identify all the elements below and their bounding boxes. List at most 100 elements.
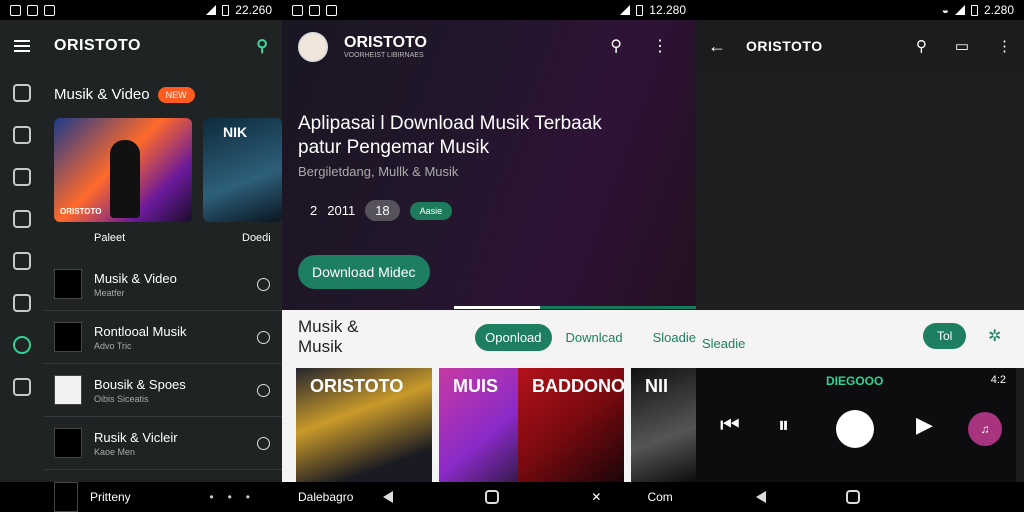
card-label: Doedi	[242, 232, 271, 244]
tab-download[interactable]: Downlcad	[566, 330, 623, 345]
info-icon[interactable]	[257, 330, 270, 344]
search-icon[interactable]: ⚲	[610, 36, 622, 56]
brand-name: ORISTOTO	[54, 37, 141, 54]
tile-label: ORISTOTO	[310, 376, 404, 396]
item-title: Rusik & Vicleir	[94, 429, 178, 445]
more-vert-icon[interactable]: ⋮	[997, 37, 1012, 55]
home-icon[interactable]	[846, 490, 860, 504]
item-thumbnail	[54, 428, 82, 458]
search-icon[interactable]	[257, 277, 270, 291]
album-tile[interactable]: NII	[631, 368, 696, 482]
item-subtitle: Advo Tric	[94, 340, 132, 351]
stat-value: 2	[310, 203, 318, 218]
item-title: Bousik & Spoes	[94, 376, 186, 392]
avatar[interactable]	[298, 32, 328, 62]
header-actions: ⚲ ⋮	[610, 36, 668, 56]
music-icon[interactable]	[13, 336, 31, 354]
status-bar: ◒ 2.280	[696, 0, 1024, 20]
notification-icon	[326, 4, 337, 16]
item-subtitle: Kaoe Men	[94, 446, 136, 457]
item-subtitle: Meatfer	[94, 287, 125, 298]
progress-fill	[454, 306, 541, 309]
library-icon[interactable]	[13, 126, 31, 144]
skip-previous-icon[interactable]: ⏮	[720, 412, 740, 438]
battery-icon	[222, 4, 230, 16]
tabs-row: Musik & Musik Oponload Downlcad Sloadie	[282, 317, 696, 356]
action-button[interactable]: Tol	[923, 323, 967, 349]
featured-card[interactable]: ORISTOTO	[54, 118, 192, 222]
detail-panel: 12.280 ORISTOTO VOORHEIST LIBIRNAES ⚲ ⋮ …	[282, 0, 700, 512]
download-button[interactable]: Download Midec	[298, 255, 430, 289]
play-icon[interactable]: ▶	[916, 412, 933, 438]
mail-icon	[44, 4, 55, 16]
menu-icon[interactable]	[14, 40, 30, 52]
tab-oponload[interactable]: Oponload	[475, 323, 552, 351]
more-dots-icon[interactable]: •••	[209, 490, 264, 504]
brand-name: ORISTOTO	[344, 34, 427, 51]
status-time: 2.280	[983, 3, 1014, 17]
location-icon[interactable]	[13, 378, 31, 396]
search-icon[interactable]: ⚲	[916, 37, 927, 55]
list-item[interactable]: Musik & Video Meatfer	[44, 258, 282, 311]
item-title: Rontlooal Musik	[94, 323, 187, 339]
status-time: 22.260	[235, 3, 272, 17]
bottom-label: Dalebagro	[298, 490, 354, 504]
count-chip[interactable]: 18	[365, 200, 400, 221]
info-icon[interactable]	[257, 383, 270, 397]
home-icon[interactable]	[485, 490, 500, 504]
album-tile[interactable]: BADDONO	[518, 368, 624, 482]
item-title: Musik & Video	[94, 270, 177, 286]
status-bar: 22.260	[0, 0, 282, 20]
list-item[interactable]: Rusik & Vicleir Kaoe Men	[44, 417, 282, 470]
sparkle-icon[interactable]: ✲	[988, 326, 1001, 346]
mail-icon	[309, 4, 320, 16]
tile-label: NII	[645, 376, 669, 396]
player-overlay: DIEGOOO 4:2 ⏮ ⏸ ▶ ♫	[696, 368, 1016, 482]
folder-icon[interactable]	[13, 252, 31, 270]
progress-bar	[454, 306, 700, 309]
section-title: Musik & Musik	[298, 317, 359, 356]
featured-card[interactable]: NIK	[203, 118, 282, 222]
close-icon[interactable]: ✕	[591, 490, 601, 504]
signal-icon	[206, 5, 217, 15]
back-icon[interactable]	[756, 491, 766, 503]
playlist-icon[interactable]: ♫	[968, 412, 1002, 446]
hero-subtitle: Bergiletdang, Mullk & Musik	[298, 164, 459, 179]
track-title: Pritteny	[90, 490, 131, 504]
tab-sloadie[interactable]: Sloadie	[653, 330, 696, 345]
tile-label: BADDONO	[532, 376, 624, 396]
album-tile[interactable]: MUIS	[439, 368, 519, 482]
track-title: DIEGOOO	[826, 374, 884, 388]
album-grid: ORISTOTO MUIS BADDONO NII	[282, 368, 696, 482]
back-arrow-icon[interactable]: ←	[708, 36, 726, 57]
app-screenshot: 22.260 ORISTOTO ⚲ Musik & Video NEW ORIS…	[0, 0, 1024, 512]
player-panel: ◒ 2.280 ← ORISTOTO ⚲ ▭ ⋮ Sleadie Tol ✲ DI…	[696, 0, 1024, 512]
brand-subtitle: VOORHEIST LIBIRNAES	[344, 52, 424, 59]
radio-icon[interactable]	[13, 210, 31, 228]
list-item[interactable]: Rontlooal Musik Advo Tric	[44, 311, 282, 364]
item-subtitle: Oibis Siceatis	[94, 393, 149, 404]
list-item[interactable]: Bousik & Spoes Oibis Siceatis	[44, 364, 282, 417]
search-icon[interactable]: ⚲	[256, 36, 268, 56]
video-icon[interactable]	[13, 168, 31, 186]
info-icon[interactable]	[257, 436, 270, 450]
back-icon[interactable]	[383, 491, 394, 503]
more-vert-icon[interactable]: ⋮	[652, 36, 668, 56]
tab-sleadie[interactable]: Sleadie	[702, 336, 745, 351]
mini-player[interactable]: Pritteny •••	[0, 482, 282, 512]
card-caption: ORISTOTO	[60, 207, 102, 216]
app-header: ORISTOTO ⚲	[0, 20, 282, 72]
play-pause-button[interactable]	[836, 410, 874, 448]
camera-icon[interactable]	[13, 294, 31, 312]
track-thumbnail	[54, 482, 78, 512]
equalizer-icon[interactable]: ⏸	[778, 412, 789, 438]
drawer-panel: 22.260 ORISTOTO ⚲ Musik & Video NEW ORIS…	[0, 0, 282, 512]
status-bar: 12.280	[282, 0, 696, 20]
bookmark-icon[interactable]: ▭	[955, 37, 969, 55]
home-icon[interactable]	[13, 84, 31, 102]
album-tile[interactable]: ORISTOTO	[296, 368, 432, 482]
genre-chip[interactable]: Aasie	[409, 201, 453, 220]
media-list: Musik & Video Meatfer Rontlooal Musik Advo…	[44, 258, 282, 470]
wifi-icon: ◒	[941, 3, 949, 17]
hero-stats: 2 2011 18 Aasie	[310, 200, 453, 221]
